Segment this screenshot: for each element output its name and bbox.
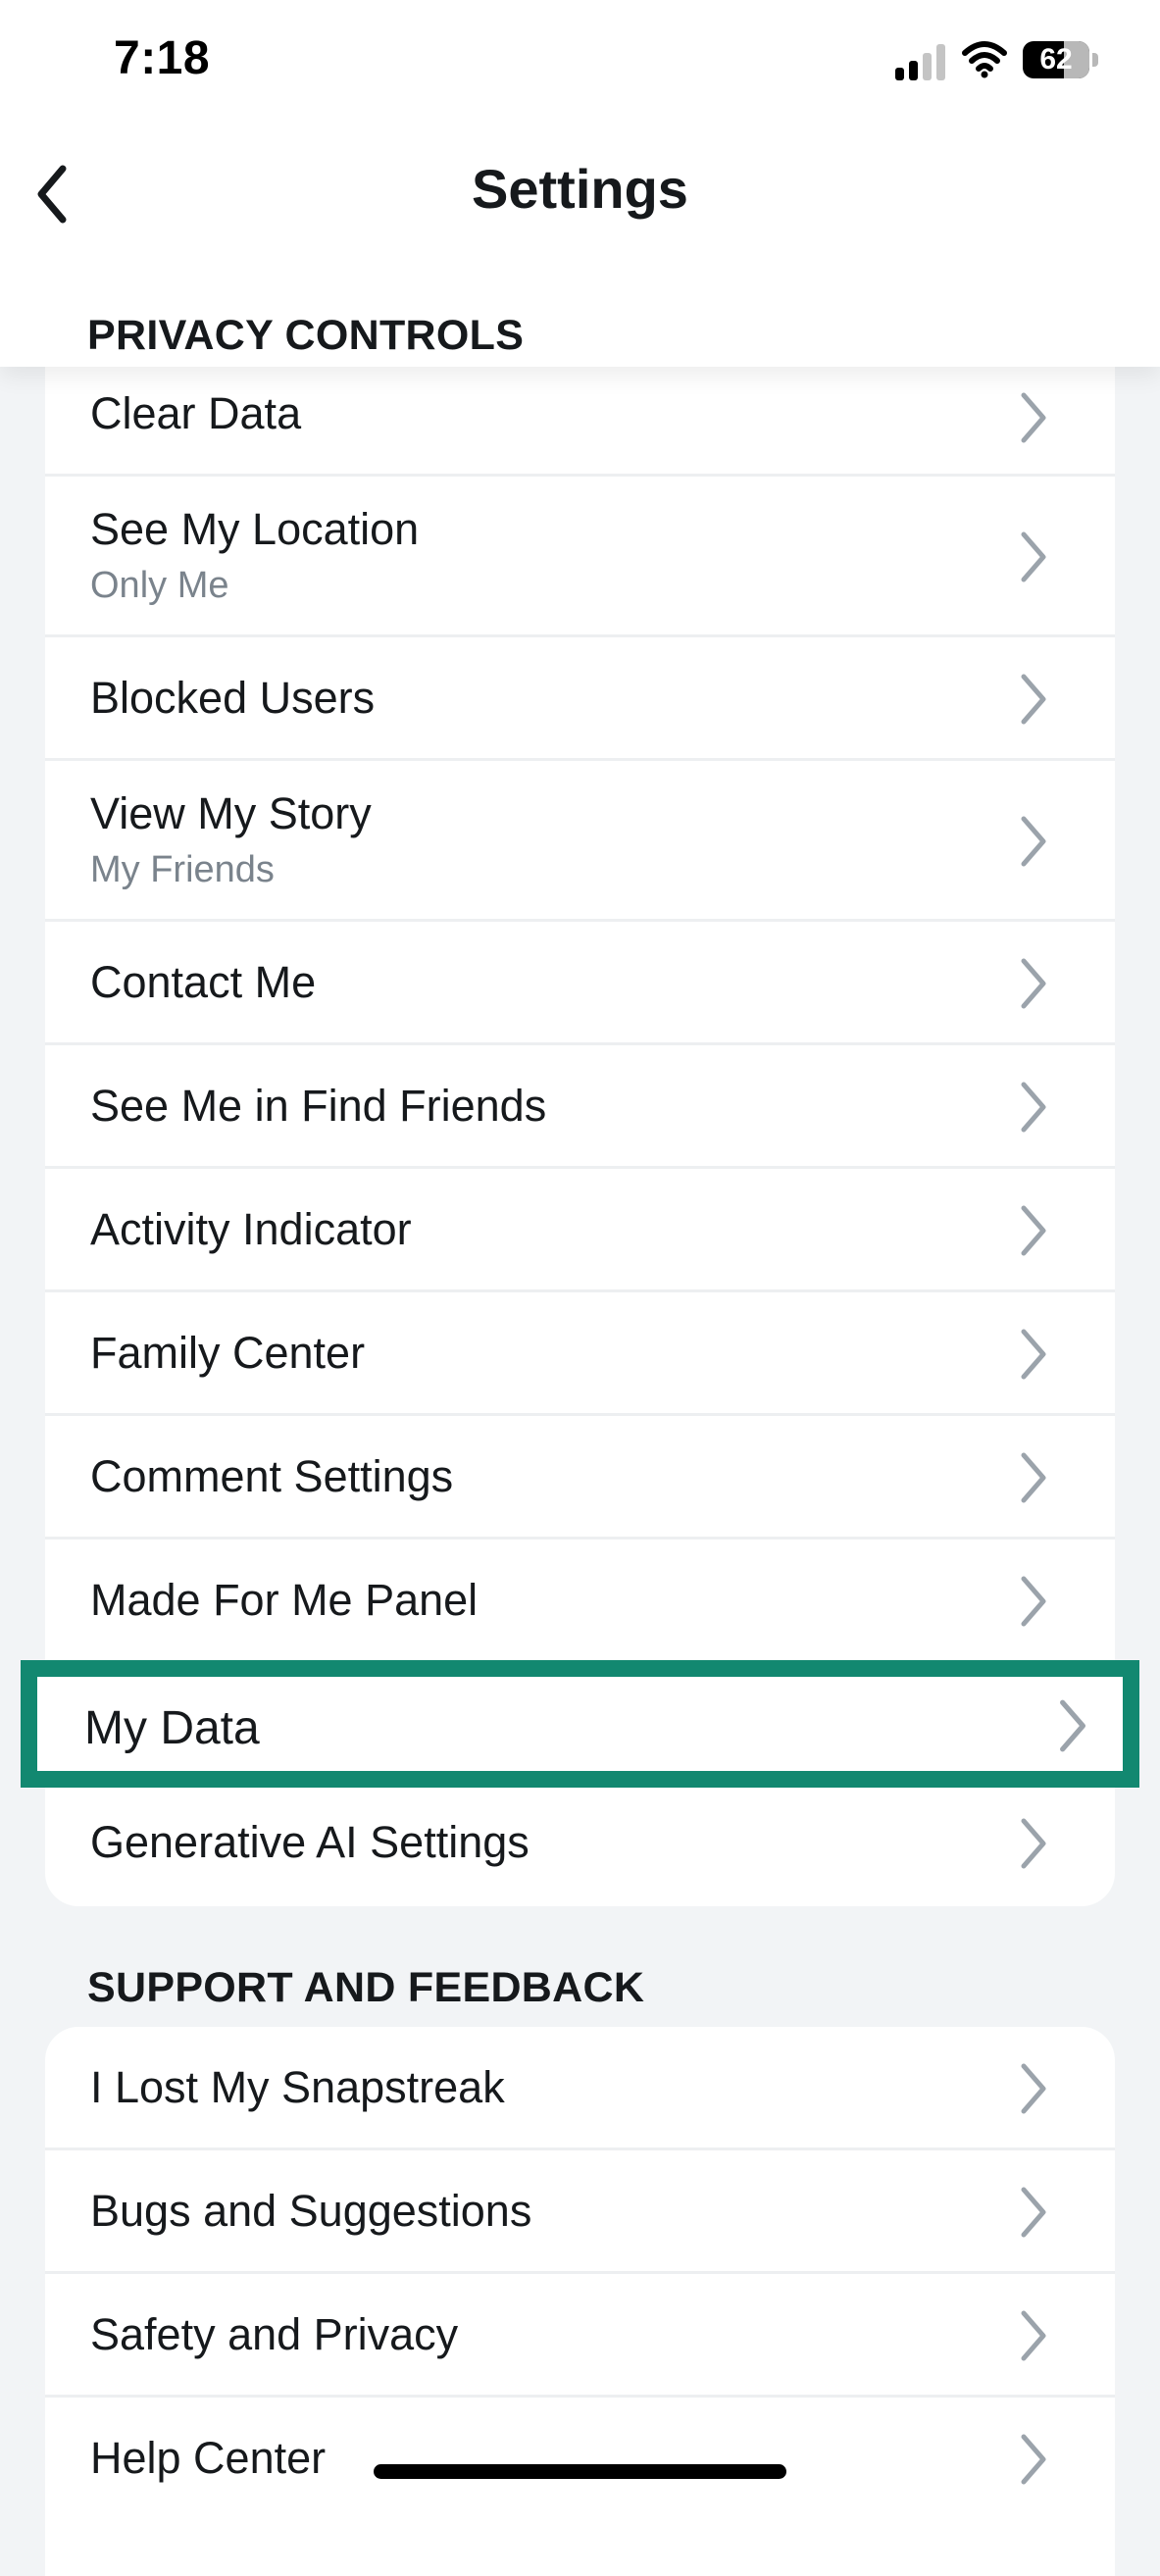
- row-i-lost-my-snapstreak[interactable]: I Lost My Snapstreak: [45, 2027, 1115, 2150]
- battery-level: 62: [1039, 43, 1073, 76]
- row-view-my-story[interactable]: View My Story My Friends: [45, 761, 1115, 922]
- row-made-for-me-panel[interactable]: Made For Me Panel: [45, 1540, 1115, 1663]
- row-label: View My Story: [90, 788, 372, 838]
- chevron-right-icon: [1021, 2063, 1046, 2114]
- row-value: Only Me: [90, 565, 229, 606]
- chevron-right-icon: [1021, 958, 1046, 1009]
- chevron-right-icon: [1021, 1452, 1046, 1503]
- row-bugs-and-suggestions[interactable]: Bugs and Suggestions: [45, 2150, 1115, 2274]
- chevron-right-icon: [1021, 1329, 1046, 1380]
- row-see-me-in-find-friends[interactable]: See Me in Find Friends: [45, 1045, 1115, 1169]
- row-label: Family Center: [90, 1328, 366, 1378]
- row-label: Activity Indicator: [90, 1204, 412, 1254]
- row-label: Comment Settings: [90, 1451, 454, 1501]
- status-time: 7:18: [114, 32, 211, 84]
- row-label: Blocked Users: [90, 673, 376, 723]
- row-family-center[interactable]: Family Center: [45, 1292, 1115, 1416]
- row-label: I Lost My Snapstreak: [90, 2062, 505, 2112]
- page-title: Settings: [472, 158, 688, 220]
- row-see-my-location[interactable]: See My Location Only Me: [45, 477, 1115, 637]
- row-label: Help Center: [90, 2433, 327, 2483]
- chevron-right-icon: [1060, 1699, 1085, 1752]
- support-and-feedback-list: I Lost My Snapstreak Bugs and Suggestion…: [45, 2027, 1115, 2576]
- row-label: Safety and Privacy: [90, 2309, 459, 2359]
- row-label: See Me in Find Friends: [90, 1081, 547, 1131]
- row-value: My Friends: [90, 849, 275, 890]
- chevron-right-icon: [1021, 1818, 1046, 1869]
- row-generative-ai-settings[interactable]: Generative AI Settings: [45, 1788, 1115, 1906]
- row-blocked-users[interactable]: Blocked Users: [45, 637, 1115, 761]
- wifi-icon: [962, 41, 1007, 78]
- row-label: See My Location: [90, 504, 420, 554]
- row-activity-indicator[interactable]: Activity Indicator: [45, 1169, 1115, 1292]
- row-label: Clear Data: [90, 388, 302, 438]
- row-help-center[interactable]: Help Center: [45, 2398, 1115, 2521]
- chevron-right-icon: [1021, 531, 1046, 582]
- chevron-right-icon: [1021, 1576, 1046, 1627]
- chevron-right-icon: [1021, 392, 1046, 443]
- chevron-right-icon: [1021, 1205, 1046, 1256]
- row-label: My Data: [84, 1702, 260, 1754]
- chevron-right-icon: [1021, 1082, 1046, 1133]
- row-comment-settings[interactable]: Comment Settings: [45, 1416, 1115, 1540]
- chevron-right-icon: [1021, 816, 1046, 867]
- row-contact-me[interactable]: Contact Me: [45, 922, 1115, 1045]
- row-my-data[interactable]: My Data: [21, 1660, 1139, 1788]
- chevron-right-icon: [1021, 2310, 1046, 2361]
- cellular-signal-icon: [895, 41, 946, 80]
- section-header-support-and-feedback: SUPPORT AND FEEDBACK: [87, 1964, 645, 2011]
- chevron-right-icon: [1021, 2434, 1046, 2485]
- section-header-privacy-controls: PRIVACY CONTROLS: [87, 312, 525, 359]
- row-label: Contact Me: [90, 957, 317, 1007]
- row-safety-and-privacy[interactable]: Safety and Privacy: [45, 2274, 1115, 2398]
- row-label: Made For Me Panel: [90, 1575, 479, 1625]
- home-indicator[interactable]: [374, 2464, 786, 2479]
- row-label: Bugs and Suggestions: [90, 2186, 532, 2236]
- chevron-right-icon: [1021, 674, 1046, 725]
- battery-icon: 62: [1023, 41, 1099, 80]
- row-label: Generative AI Settings: [90, 1817, 530, 1867]
- chevron-right-icon: [1021, 2187, 1046, 2238]
